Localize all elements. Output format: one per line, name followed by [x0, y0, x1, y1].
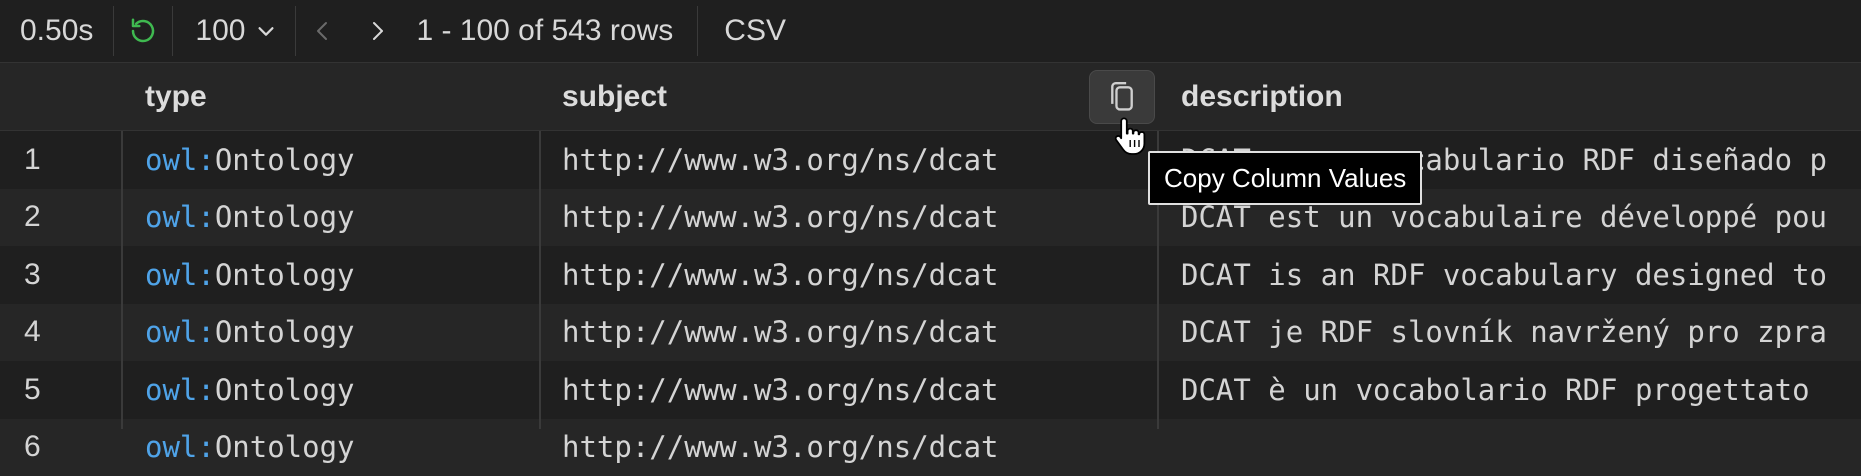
table-header: type subject description — [0, 63, 1861, 131]
page-size-value: 100 — [195, 14, 245, 48]
page-size-select[interactable]: 100 — [173, 0, 295, 62]
row-index: 1 — [24, 131, 41, 188]
column-header-subject[interactable]: subject — [562, 63, 667, 130]
type-local: Ontology — [215, 373, 355, 407]
export-csv-button[interactable]: CSV — [698, 0, 812, 62]
table-row: 5 owl:Ontology http://www.w3.org/ns/dcat… — [0, 361, 1861, 419]
results-toolbar: 0.50s 100 1 - 100 of 543 rows CSV — [0, 0, 1861, 63]
table-row: 3 owl:Ontology http://www.w3.org/ns/dcat… — [0, 246, 1861, 304]
column-divider[interactable] — [539, 131, 541, 429]
table-row: 2 owl:Ontology http://www.w3.org/ns/dcat… — [0, 189, 1861, 247]
type-cell: owl:Ontology — [145, 304, 355, 361]
table-row: 1 owl:Ontology http://www.w3.org/ns/dcat… — [0, 131, 1861, 189]
type-local: Ontology — [215, 258, 355, 292]
row-index: 6 — [24, 419, 41, 476]
description-cell: DCAT è un vocabolario RDF progettato — [1181, 361, 1810, 418]
subject-cell: http://www.w3.org/ns/dcat — [562, 189, 999, 246]
column-divider[interactable] — [121, 131, 123, 429]
type-prefix: owl: — [145, 373, 215, 407]
row-index: 5 — [24, 361, 41, 418]
subject-cell: http://www.w3.org/ns/dcat — [562, 246, 999, 303]
row-count: 1 - 100 of 543 rows — [404, 0, 697, 62]
type-local: Ontology — [215, 315, 355, 349]
row-index: 4 — [24, 304, 41, 361]
refresh-icon — [128, 16, 158, 46]
type-local: Ontology — [215, 430, 355, 464]
previous-page-button[interactable] — [296, 0, 350, 62]
row-index: 3 — [24, 246, 41, 303]
type-local: Ontology — [215, 200, 355, 234]
type-cell: owl:Ontology — [145, 419, 355, 476]
type-prefix: owl: — [145, 315, 215, 349]
description-cell: DCAT je RDF slovník navržený pro zpra — [1181, 304, 1827, 361]
chevron-right-icon — [365, 19, 389, 43]
type-cell: owl:Ontology — [145, 246, 355, 303]
chevron-down-icon — [255, 20, 277, 42]
type-cell: owl:Ontology — [145, 189, 355, 246]
hand-cursor-icon — [1113, 116, 1147, 156]
next-page-button[interactable] — [350, 0, 404, 62]
column-header-type[interactable]: type — [145, 63, 207, 130]
row-index: 2 — [24, 189, 41, 246]
type-cell: owl:Ontology — [145, 131, 355, 188]
type-cell: owl:Ontology — [145, 361, 355, 418]
refresh-button[interactable] — [114, 0, 172, 62]
copy-icon — [1105, 79, 1139, 115]
results-table-body: 1 owl:Ontology http://www.w3.org/ns/dcat… — [0, 131, 1861, 429]
subject-cell: http://www.w3.org/ns/dcat — [562, 361, 999, 418]
type-prefix: owl: — [145, 200, 215, 234]
description-cell: DCAT is an RDF vocabulary designed to — [1181, 246, 1827, 303]
type-prefix: owl: — [145, 258, 215, 292]
type-prefix: owl: — [145, 430, 215, 464]
table-row: 6 owl:Ontology http://www.w3.org/ns/dcat — [0, 419, 1861, 476]
column-header-description[interactable]: description — [1181, 63, 1343, 130]
subject-cell: http://www.w3.org/ns/dcat — [562, 131, 999, 188]
type-local: Ontology — [215, 143, 355, 177]
copy-column-tooltip: Copy Column Values — [1148, 151, 1422, 205]
table-row: 4 owl:Ontology http://www.w3.org/ns/dcat… — [0, 304, 1861, 362]
chevron-left-icon — [311, 19, 335, 43]
query-timer: 0.50s — [0, 0, 113, 62]
subject-cell: http://www.w3.org/ns/dcat — [562, 304, 999, 361]
type-prefix: owl: — [145, 143, 215, 177]
subject-cell: http://www.w3.org/ns/dcat — [562, 419, 999, 476]
